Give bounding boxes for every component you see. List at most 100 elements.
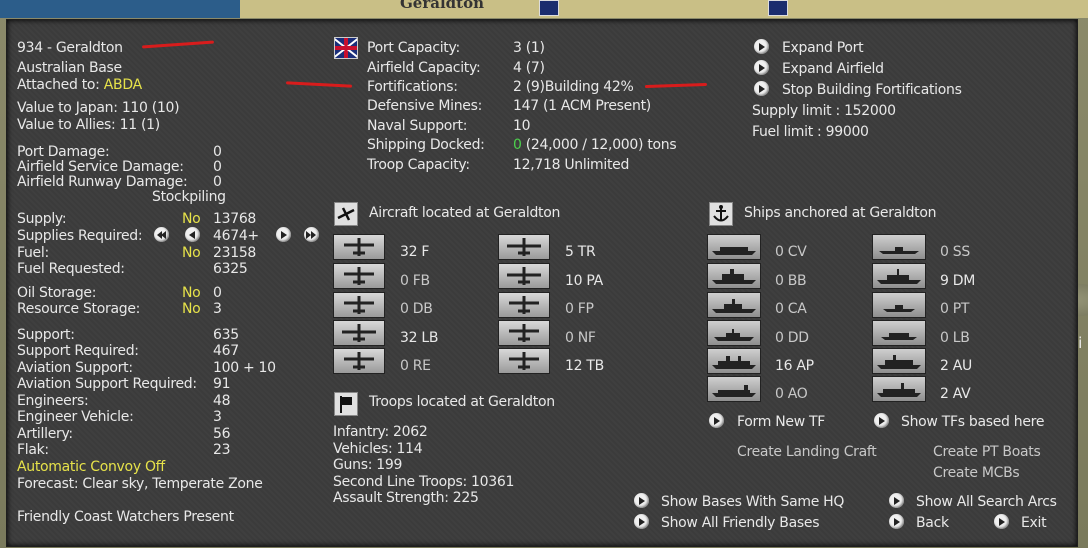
ships-header: Ships anchored at Geraldton	[744, 205, 937, 221]
aviation-support-required-label: Aviation Support Required:	[17, 376, 197, 392]
troops-infantry: Infantry: 2062	[333, 424, 428, 440]
value-japan: Value to Japan: 110 (10)	[17, 100, 180, 116]
ship-pt-boat-tile[interactable]	[872, 292, 926, 318]
fuel-limit-text: Fuel limit : 99000	[752, 124, 869, 140]
resource-storage-toggle[interactable]: No	[182, 301, 201, 317]
exit-button[interactable]: Exit	[1021, 515, 1047, 531]
ship-submarine-tile[interactable]	[872, 234, 926, 260]
flag-icon	[334, 392, 358, 416]
supply-stockpile-toggle[interactable]: No	[182, 211, 201, 227]
ship-landing-barge-count: 0 LB	[940, 330, 970, 346]
show-all-search-arcs-button[interactable]: Show All Search Arcs	[916, 494, 1057, 510]
ship-destroyer-tile[interactable]	[707, 320, 761, 346]
aircraft-transport-tile[interactable]	[498, 234, 550, 260]
create-pt-boats-button[interactable]: Create PT Boats	[933, 444, 1041, 460]
troops-header: Troops located at Geraldton	[369, 394, 555, 410]
supplies-increase-large-button[interactable]	[304, 227, 319, 242]
aircraft-night-fighter-tile[interactable]	[498, 320, 550, 346]
artillery-value: 56	[213, 426, 231, 442]
flak-value: 23	[213, 442, 231, 458]
supplies-required-value: 4674+	[213, 228, 259, 244]
aircraft-torpedo-bomber-tile[interactable]	[498, 348, 550, 374]
fuel-stockpile-toggle[interactable]: No	[182, 245, 201, 261]
ship-transport-tile[interactable]	[707, 348, 761, 374]
aircraft-recon-tile[interactable]	[333, 348, 385, 374]
ship-destroyer-count: 0 DD	[775, 330, 809, 346]
ship-battleship-tile[interactable]	[707, 263, 761, 289]
expand-airfield-arrow-icon[interactable]	[754, 60, 769, 75]
aircraft-patrol-count: 10 PA	[565, 273, 603, 289]
troops-assault-strength: Assault Strength: 225	[333, 490, 479, 506]
forecast-text: Forecast: Clear sky, Temperate Zone	[17, 476, 263, 492]
fortifications-label: Fortifications:	[367, 79, 458, 95]
exit-arrow-icon[interactable]	[994, 514, 1009, 529]
automatic-convoy-toggle[interactable]: Automatic Convoy Off	[17, 459, 165, 475]
show-bases-same-hq-button[interactable]: Show Bases With Same HQ	[661, 494, 844, 510]
airfield-service-damage-label: Airfield Service Damage:	[17, 159, 184, 175]
show-bases-same-hq-arrow-icon[interactable]	[634, 493, 649, 508]
show-search-arcs-arrow-icon[interactable]	[889, 493, 904, 508]
aviation-support-value: 100 + 10	[213, 360, 276, 376]
stop-fortifications-arrow-icon[interactable]	[754, 81, 769, 96]
defensive-mines-label: Defensive Mines:	[367, 98, 483, 114]
resource-storage-value: 3	[213, 301, 222, 317]
form-new-tf-button[interactable]: Form New TF	[737, 414, 825, 430]
aircraft-fighter-tile[interactable]	[333, 234, 385, 260]
supplies-increase-button[interactable]	[276, 227, 291, 242]
oil-storage-toggle[interactable]: No	[182, 285, 201, 301]
troop-capacity-value: 12,718 Unlimited	[513, 157, 630, 173]
expand-port-button[interactable]: Expand Port	[782, 40, 864, 56]
expand-port-arrow-icon[interactable]	[754, 39, 769, 54]
show-all-friendly-arrow-icon[interactable]	[634, 514, 649, 529]
aircraft-fighter-bomber-tile[interactable]	[333, 263, 385, 289]
aircraft-level-bomber-tile[interactable]	[333, 320, 385, 346]
aircraft-float-plane-tile[interactable]	[498, 292, 550, 318]
aircraft-icon	[334, 202, 358, 226]
supplies-decrease-button[interactable]	[185, 227, 200, 242]
ship-minelayer-count: 9 DM	[940, 273, 976, 289]
aircraft-float-plane-count: 0 FP	[565, 301, 594, 317]
aircraft-dive-bomber-tile[interactable]	[333, 292, 385, 318]
aircraft-level-bomber-count: 32 LB	[400, 330, 439, 346]
support-label: Support:	[17, 327, 75, 343]
stop-fortifications-button[interactable]: Stop Building Fortifications	[782, 82, 962, 98]
fuel-value: 23158	[213, 245, 257, 261]
ship-auxiliary-tile[interactable]	[872, 348, 926, 374]
airfield-runway-damage-value: 0	[213, 174, 222, 190]
port-damage-value: 0	[213, 144, 222, 160]
ship-submarine-count: 0 SS	[940, 244, 970, 260]
port-capacity-label: Port Capacity:	[367, 40, 460, 56]
ship-seaplane-tender-tile[interactable]	[872, 376, 926, 402]
ship-oiler-tile[interactable]	[707, 376, 761, 402]
create-mcbs-button[interactable]: Create MCBs	[933, 465, 1020, 481]
ship-transport-count: 16 AP	[775, 358, 814, 374]
attached-hq-link[interactable]: ABDA	[104, 77, 142, 93]
create-landing-craft-button[interactable]: Create Landing Craft	[737, 444, 877, 460]
ship-minelayer-tile[interactable]	[872, 263, 926, 289]
supply-value: 13768	[213, 211, 257, 227]
naval-support-value: 10	[513, 118, 531, 134]
form-new-tf-arrow-icon[interactable]	[709, 413, 724, 428]
ship-cruiser-tile[interactable]	[707, 292, 761, 318]
back-button[interactable]: Back	[916, 515, 949, 531]
map-water	[0, 0, 245, 18]
show-all-friendly-bases-button[interactable]: Show All Friendly Bases	[661, 515, 820, 531]
supply-limit-text: Supply limit : 152000	[752, 103, 896, 119]
support-required-value: 467	[213, 343, 239, 359]
aircraft-torpedo-bomber-count: 12 TB	[565, 358, 604, 374]
back-arrow-icon[interactable]	[889, 514, 904, 529]
supply-label: Supply:	[17, 211, 67, 227]
troops-guns: Guns: 199	[333, 457, 403, 473]
ship-landing-barge-tile[interactable]	[872, 320, 926, 346]
aviation-support-required-value: 91	[213, 376, 231, 392]
uk-flag-icon	[334, 37, 358, 59]
supplies-decrease-large-button[interactable]	[154, 227, 169, 242]
coast-watchers-text: Friendly Coast Watchers Present	[17, 509, 234, 525]
aircraft-patrol-tile[interactable]	[498, 263, 550, 289]
anchor-icon	[709, 202, 733, 226]
ship-carrier-tile[interactable]	[707, 234, 761, 260]
expand-airfield-button[interactable]: Expand Airfield	[782, 61, 884, 77]
airfield-runway-damage-label: Airfield Runway Damage:	[17, 174, 188, 190]
show-tfs-arrow-icon[interactable]	[874, 413, 889, 428]
show-tfs-button[interactable]: Show TFs based here	[901, 414, 1044, 430]
